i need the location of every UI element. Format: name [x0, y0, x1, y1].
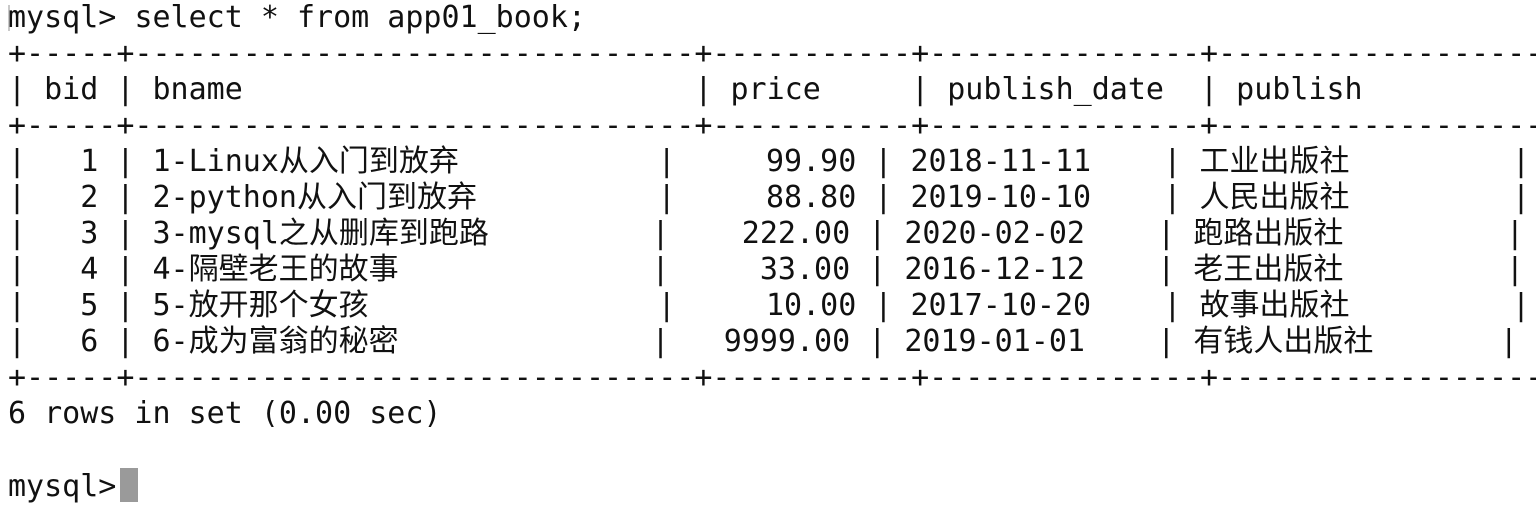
input-line[interactable]: mysql> — [8, 468, 139, 504]
table-row: | 4 | 4-隔壁老王的故事 | 33.00 | 2016-12-12 | 老… — [8, 252, 1524, 287]
table-border-bottom: +-----+-------------------------------+-… — [8, 360, 1536, 395]
final-prompt: mysql> — [8, 469, 117, 504]
prompt: mysql> — [8, 0, 117, 35]
command-line: mysql> select * from app01_book; — [8, 0, 586, 36]
table-header-row: | bid | bname | price | publish_date | p… — [8, 72, 1536, 107]
table-row: | 3 | 3-mysql之从删库到跑路 | 222.00 | 2020-02-… — [8, 216, 1524, 251]
result-summary: 6 rows in set (0.00 sec) — [8, 396, 442, 431]
table-border-top: +-----+-------------------------------+-… — [8, 36, 1536, 71]
table-border-middle: +-----+-------------------------------+-… — [8, 108, 1536, 143]
table-row: | 5 | 5-放开那个女孩 | 10.00 | 2017-10-20 | 故事… — [8, 288, 1531, 323]
sql-command: select * from app01_book; — [134, 0, 586, 35]
table-row: | 2 | 2-python从入门到放弃 | 88.80 | 2019-10-1… — [8, 180, 1531, 215]
terminal-window[interactable]: mysql> select * from app01_book; +-----+… — [8, 0, 1536, 508]
table-row: | 6 | 6-成为富翁的秘密 | 9999.00 | 2019-01-01 |… — [8, 324, 1518, 359]
text-cursor[interactable] — [120, 468, 139, 502]
table-row: | 1 | 1-Linux从入门到放弃 | 99.90 | 2018-11-11… — [8, 144, 1531, 179]
